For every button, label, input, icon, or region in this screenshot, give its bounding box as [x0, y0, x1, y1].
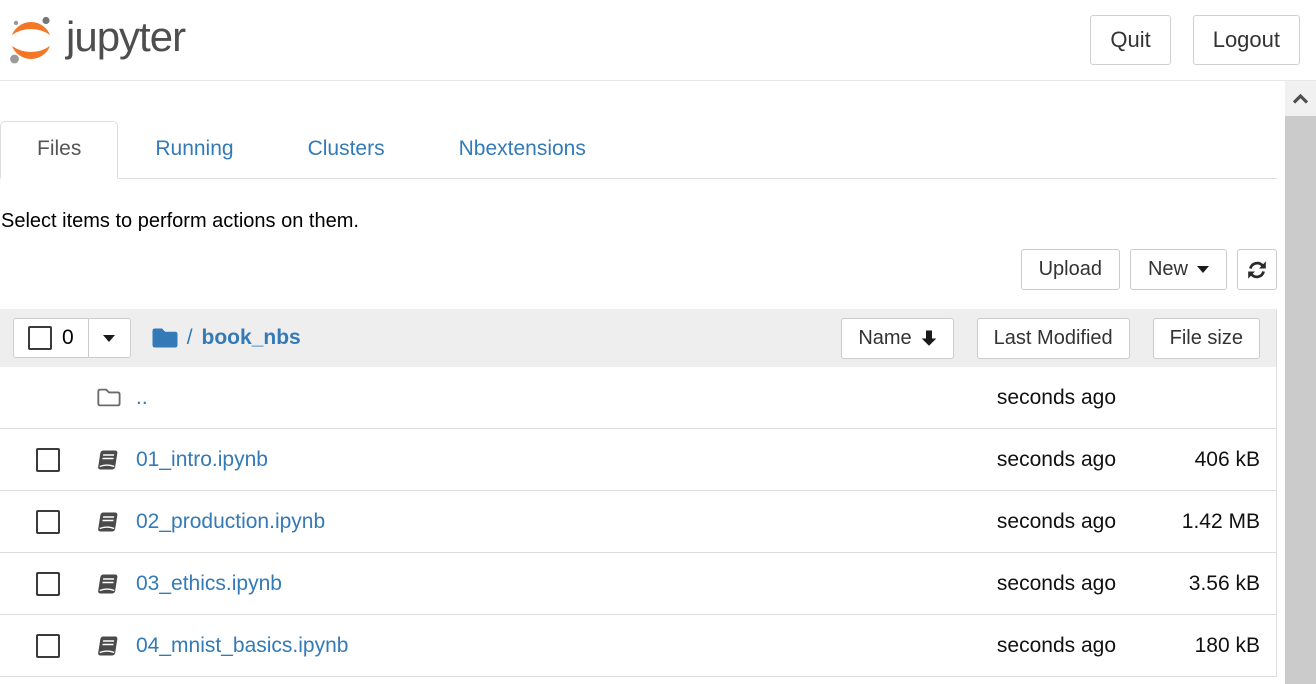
list-header-row: 0 / book_nbs Name Last Modified	[0, 309, 1276, 367]
last-modified-value: seconds ago	[916, 510, 1116, 534]
last-modified-value: seconds ago	[916, 448, 1116, 472]
scroll-up-button[interactable]	[1285, 81, 1316, 116]
jupyter-logo[interactable]: jupyter	[0, 12, 185, 68]
row-checkbox[interactable]	[36, 448, 60, 472]
file-row: 02_production.ipynb seconds ago 1.42 MB	[0, 491, 1276, 553]
top-header: jupyter Quit Logout	[0, 0, 1316, 81]
jupyter-planet-icon	[8, 12, 54, 68]
refresh-icon	[1246, 259, 1268, 281]
sort-name-button[interactable]: Name	[841, 318, 953, 359]
select-all-button[interactable]: 0	[13, 318, 89, 358]
last-modified-value: seconds ago	[916, 634, 1116, 658]
quit-button[interactable]: Quit	[1090, 15, 1170, 65]
sort-file-size-button[interactable]: File size	[1153, 318, 1260, 359]
select-filter-dropdown[interactable]	[89, 318, 131, 358]
notebook-icon	[96, 573, 120, 595]
tab-bar: Files Running Clusters Nbextensions	[0, 121, 1277, 179]
new-label: New	[1148, 258, 1188, 281]
sort-name-label: Name	[858, 327, 911, 350]
chevron-up-icon	[1291, 93, 1310, 105]
arrow-down-icon	[921, 329, 937, 347]
file-row: .. seconds ago	[0, 367, 1276, 429]
file-name-link[interactable]: ..	[136, 386, 148, 409]
file-size-value: 1.42 MB	[1116, 510, 1276, 534]
vertical-scrollbar[interactable]	[1285, 81, 1316, 684]
file-name-link[interactable]: 03_ethics.ipynb	[136, 572, 282, 595]
file-list-rows: .. seconds ago 01_intro.ipynb seconds ag…	[0, 367, 1276, 677]
file-row: 04_mnist_basics.ipynb seconds ago 180 kB	[0, 615, 1276, 677]
upload-button[interactable]: Upload	[1021, 249, 1120, 290]
refresh-button[interactable]	[1237, 249, 1277, 290]
main-content: Files Running Clusters Nbextensions Sele…	[0, 81, 1277, 677]
file-size-value: 406 kB	[1116, 448, 1276, 472]
tab-clusters[interactable]: Clusters	[271, 121, 422, 179]
file-name-link[interactable]: 01_intro.ipynb	[136, 448, 268, 471]
selected-count: 0	[62, 326, 74, 350]
file-size-value: 180 kB	[1116, 634, 1276, 658]
folder-outline-icon	[96, 387, 121, 408]
notebook-icon	[96, 511, 120, 533]
tab-running[interactable]: Running	[118, 121, 270, 179]
folder-icon	[151, 327, 178, 349]
file-row: 03_ethics.ipynb seconds ago 3.56 kB	[0, 553, 1276, 615]
last-modified-value: seconds ago	[916, 572, 1116, 596]
breadcrumb-current-folder[interactable]: book_nbs	[202, 326, 301, 350]
chevron-down-icon	[1197, 266, 1209, 273]
chevron-down-icon	[103, 335, 115, 342]
tab-nbextensions[interactable]: Nbextensions	[422, 121, 623, 179]
tab-files[interactable]: Files	[0, 121, 118, 179]
select-all-checkbox[interactable]	[28, 326, 52, 350]
row-checkbox[interactable]	[36, 634, 60, 658]
file-toolbar: Upload New	[0, 249, 1277, 290]
logo-wordmark: jupyter	[66, 13, 185, 61]
row-checkbox[interactable]	[36, 572, 60, 596]
file-name-link[interactable]: 02_production.ipynb	[136, 510, 325, 533]
scrollbar-thumb[interactable]	[1285, 116, 1316, 684]
new-dropdown-button[interactable]: New	[1130, 249, 1227, 290]
notebook-list: 0 / book_nbs Name Last Modified	[0, 309, 1277, 677]
breadcrumb-root-link[interactable]: /	[187, 326, 193, 350]
select-items-hint: Select items to perform actions on them.	[0, 210, 1277, 233]
logout-button[interactable]: Logout	[1193, 15, 1300, 65]
sort-last-modified-button[interactable]: Last Modified	[977, 318, 1130, 359]
last-modified-value: seconds ago	[916, 386, 1116, 410]
file-name-link[interactable]: 04_mnist_basics.ipynb	[136, 634, 348, 657]
file-row: 01_intro.ipynb seconds ago 406 kB	[0, 429, 1276, 491]
notebook-icon	[96, 635, 120, 657]
file-size-value: 3.56 kB	[1116, 572, 1276, 596]
notebook-icon	[96, 449, 120, 471]
breadcrumb: / book_nbs	[151, 326, 301, 350]
row-checkbox[interactable]	[36, 510, 60, 534]
